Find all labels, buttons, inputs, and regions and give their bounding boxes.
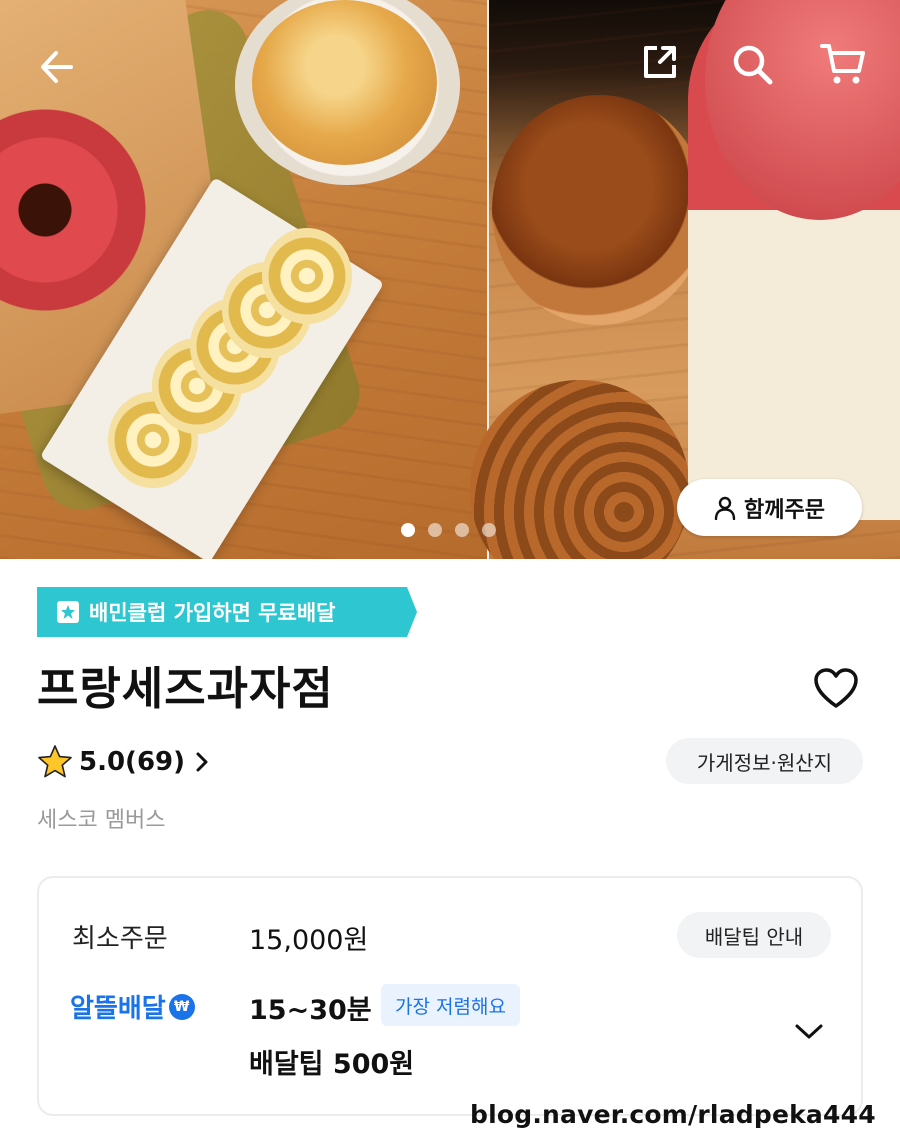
saver-delivery-logo: 알뜰배달 ₩ [70, 988, 195, 1025]
promo-label: 배민클럽 가입하면 무료배달 [89, 601, 336, 625]
rating-link[interactable]: 5.0(69) [37, 740, 213, 784]
cart-icon [820, 44, 865, 84]
rating-value: 5.0(69) [79, 747, 186, 777]
blog-watermark: blog.naver.com/rladpeka444 [470, 1100, 876, 1129]
club-logo-icon [57, 601, 79, 623]
favorite-button[interactable] [808, 660, 864, 716]
pecan-tart-decoration [492, 95, 707, 325]
store-info-button[interactable]: 가게정보·원산지 [666, 738, 863, 784]
heart-icon [814, 668, 858, 708]
share-button[interactable] [634, 36, 686, 88]
brand-membership: 세스코 멤버스 [37, 808, 166, 833]
expand-delivery-button[interactable] [791, 1018, 827, 1046]
group-order-label: 함께주문 [744, 497, 825, 523]
back-arrow-icon [41, 51, 73, 83]
cheapest-badge: 가장 저렴해요 [381, 984, 520, 1026]
pager-dot[interactable] [482, 523, 496, 537]
min-order-label: 최소주문 [72, 924, 168, 954]
chevron-down-icon [795, 1024, 823, 1039]
delivery-tip: 배달팁 500원 [249, 1049, 415, 1080]
back-button[interactable] [30, 40, 84, 94]
pager-dot[interactable] [455, 523, 469, 537]
star-icon [38, 745, 72, 778]
min-order-value: 15,000원 [249, 925, 369, 956]
cart-button[interactable] [812, 36, 874, 92]
search-button[interactable] [724, 36, 780, 92]
person-icon [714, 496, 736, 520]
saver-delivery-label: 알뜰배달 [70, 994, 166, 1024]
won-coin-icon: ₩ [168, 993, 195, 1020]
delivery-time: 15~30분 [249, 995, 372, 1026]
delivery-tip-guide-button[interactable]: 배달팁 안내 [677, 912, 831, 958]
roll-cake-slice [262, 228, 352, 324]
muffin-decoration [252, 0, 437, 165]
baemin-club-banner[interactable]: 배민클럽 가입하면 무료배달 [37, 587, 417, 637]
delivery-card: 최소주문 15,000원 배달팁 안내 알뜰배달 ₩ 15~30분 가장 저렴해… [37, 876, 863, 1116]
carousel-pager [401, 523, 496, 537]
chevron-right-icon [196, 752, 208, 772]
store-name: 프랑세즈과자점 [37, 662, 334, 715]
group-order-button[interactable]: 함께주문 [677, 479, 862, 536]
share-icon [644, 46, 676, 78]
pager-dot-active[interactable] [401, 523, 415, 537]
pager-dot[interactable] [428, 523, 442, 537]
search-icon [733, 45, 773, 85]
